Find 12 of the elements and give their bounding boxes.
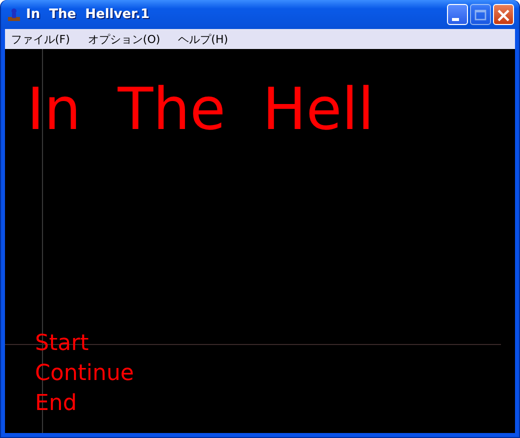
menu-option[interactable]: End — [35, 389, 134, 419]
window-title: In The Hellver.1 — [26, 7, 151, 22]
figure-icon — [6, 6, 22, 22]
minimize-icon — [452, 18, 459, 21]
menu-item[interactable]: ヘルプ(H) — [178, 32, 228, 46]
minimize-button[interactable] — [447, 4, 468, 25]
close-button[interactable] — [493, 4, 514, 25]
menu-option[interactable]: Start — [35, 329, 134, 359]
menu-item[interactable]: ファイル(F) — [11, 32, 70, 46]
menu-item[interactable]: オプション(O) — [88, 32, 160, 46]
game-title: In The Hell — [27, 77, 376, 141]
menu-option[interactable]: Continue — [35, 359, 134, 389]
